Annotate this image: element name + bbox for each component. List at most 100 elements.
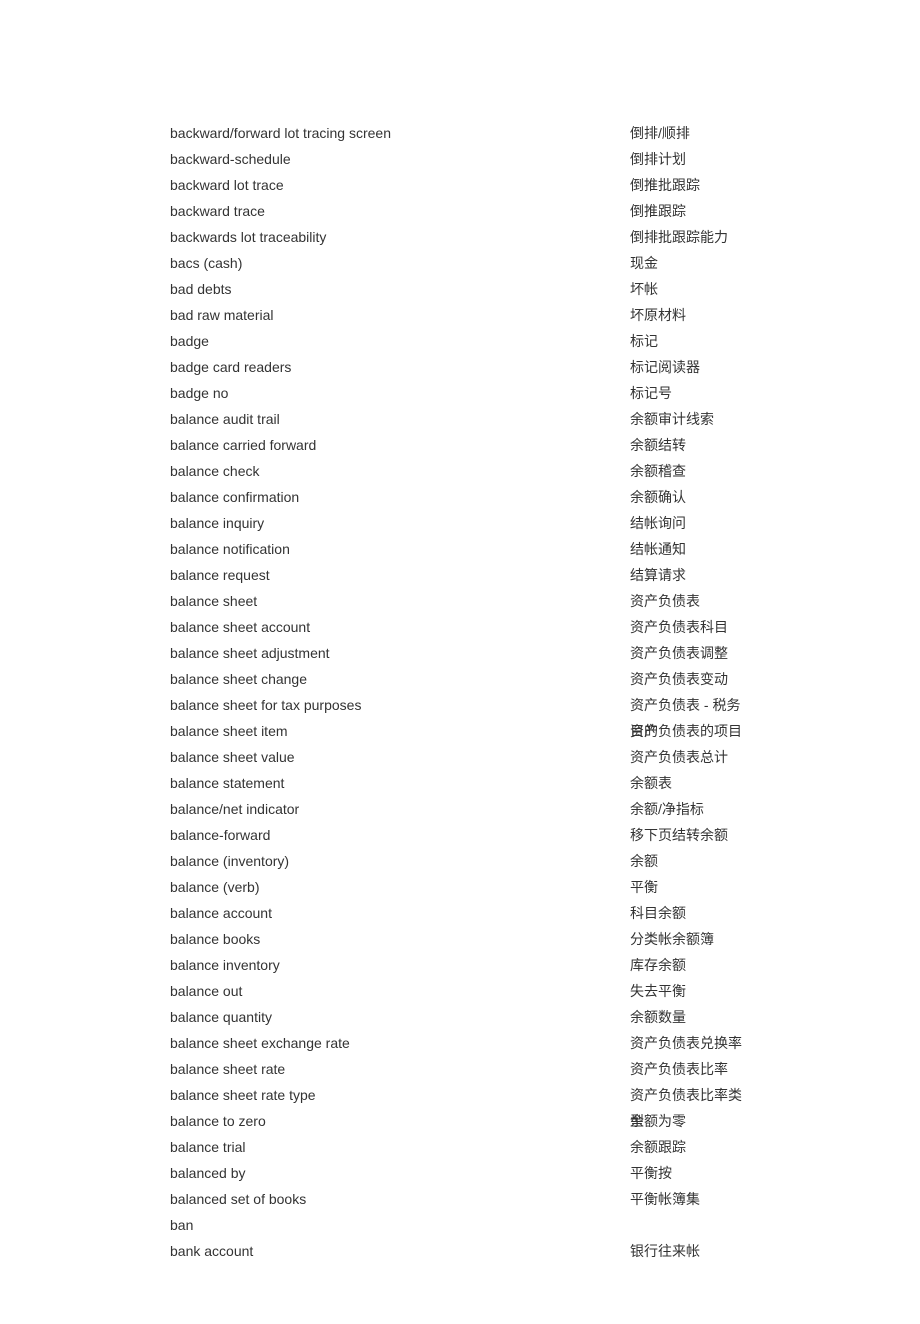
- glossary-row: balance (inventory)余额: [170, 848, 750, 874]
- term-chinese: 结算请求: [630, 562, 750, 588]
- glossary-row: bad raw material坏原材料: [170, 302, 750, 328]
- term-chinese: 倒排计划: [630, 146, 750, 172]
- term-english: balance (inventory): [170, 848, 630, 874]
- glossary-row: badge no标记号: [170, 380, 750, 406]
- term-chinese: 余额稽查: [630, 458, 750, 484]
- term-english: balance carried forward: [170, 432, 630, 458]
- glossary-row: bacs (cash)现金: [170, 250, 750, 276]
- term-chinese: 资产负债表比率类型: [630, 1082, 750, 1108]
- term-chinese: 倒推批跟踪: [630, 172, 750, 198]
- term-chinese: 标记号: [630, 380, 750, 406]
- term-chinese: 结帐询问: [630, 510, 750, 536]
- term-english: balance audit trail: [170, 406, 630, 432]
- term-chinese: 余额/净指标: [630, 796, 750, 822]
- glossary-row: backward/forward lot tracing screen倒排/顺排: [170, 120, 750, 146]
- term-english: balance out: [170, 978, 630, 1004]
- term-chinese: 余额数量: [630, 1004, 750, 1030]
- glossary-row: balance inventory库存余额: [170, 952, 750, 978]
- term-english: balance sheet item: [170, 718, 630, 744]
- term-english: balance sheet exchange rate: [170, 1030, 630, 1056]
- term-english: balance inquiry: [170, 510, 630, 536]
- glossary-row: balance quantity余额数量: [170, 1004, 750, 1030]
- glossary-row: balanced set of books平衡帐簿集: [170, 1186, 750, 1212]
- term-chinese: 资产负债表科目: [630, 614, 750, 640]
- term-chinese: 资产负债表兑换率: [630, 1030, 750, 1056]
- glossary-row: badge标记: [170, 328, 750, 354]
- glossary-row: balance statement余额表: [170, 770, 750, 796]
- glossary-row: balance account科目余额: [170, 900, 750, 926]
- term-english: backward/forward lot tracing screen: [170, 120, 630, 146]
- term-chinese: 资产负债表的项目: [630, 718, 750, 744]
- glossary-row: balance check余额稽查: [170, 458, 750, 484]
- term-english: balance sheet change: [170, 666, 630, 692]
- term-chinese: 资产负债表: [630, 588, 750, 614]
- term-english: balance books: [170, 926, 630, 952]
- term-chinese: 余额: [630, 848, 750, 874]
- term-english: balance request: [170, 562, 630, 588]
- term-english: balance sheet value: [170, 744, 630, 770]
- term-english: balance sheet account: [170, 614, 630, 640]
- glossary-row: balance sheet item资产负债表的项目: [170, 718, 750, 744]
- term-chinese: [630, 1212, 750, 1238]
- term-english: balance sheet adjustment: [170, 640, 630, 666]
- term-english: badge no: [170, 380, 630, 406]
- term-chinese: 余额跟踪: [630, 1134, 750, 1160]
- term-chinese: 资产负债表总计: [630, 744, 750, 770]
- term-chinese: 倒排批跟踪能力: [630, 224, 750, 250]
- term-english: balance/net indicator: [170, 796, 630, 822]
- glossary-row: balance sheet exchange rate资产负债表兑换率: [170, 1030, 750, 1056]
- glossary-row: balance sheet rate资产负债表比率: [170, 1056, 750, 1082]
- term-english: balance (verb): [170, 874, 630, 900]
- term-chinese: 倒排/顺排: [630, 120, 750, 146]
- glossary-row: backward lot trace倒推批跟踪: [170, 172, 750, 198]
- glossary-row: balance sheet rate type资产负债表比率类型: [170, 1082, 750, 1108]
- term-chinese: 余额审计线索: [630, 406, 750, 432]
- term-chinese: 资产负债表 - 税务目的: [630, 692, 750, 718]
- term-english: balance check: [170, 458, 630, 484]
- term-chinese: 坏帐: [630, 276, 750, 302]
- glossary-row: backwards lot traceability倒排批跟踪能力: [170, 224, 750, 250]
- glossary-row: balance/net indicator余额/净指标: [170, 796, 750, 822]
- term-english: balance quantity: [170, 1004, 630, 1030]
- term-chinese: 标记: [630, 328, 750, 354]
- term-english: balance statement: [170, 770, 630, 796]
- glossary-row: balance inquiry结帐询问: [170, 510, 750, 536]
- glossary-row: balance sheet adjustment资产负债表调整: [170, 640, 750, 666]
- term-english: balanced set of books: [170, 1186, 630, 1212]
- glossary-row: balance sheet account资产负债表科目: [170, 614, 750, 640]
- term-english: balance sheet rate type: [170, 1082, 630, 1108]
- term-chinese: 失去平衡: [630, 978, 750, 1004]
- glossary-row: balance (verb)平衡: [170, 874, 750, 900]
- term-chinese: 标记阅读器: [630, 354, 750, 380]
- glossary-row: balance carried forward余额结转: [170, 432, 750, 458]
- term-english: bad raw material: [170, 302, 630, 328]
- term-chinese: 科目余额: [630, 900, 750, 926]
- term-english: backward-schedule: [170, 146, 630, 172]
- glossary-row: balance sheet value资产负债表总计: [170, 744, 750, 770]
- term-chinese: 资产负债表调整: [630, 640, 750, 666]
- term-english: balance notification: [170, 536, 630, 562]
- term-chinese: 余额结转: [630, 432, 750, 458]
- term-english: balance inventory: [170, 952, 630, 978]
- glossary-row: balance request结算请求: [170, 562, 750, 588]
- glossary-row: balance sheet资产负债表: [170, 588, 750, 614]
- term-english: bank account: [170, 1238, 630, 1264]
- glossary-row: balance sheet for tax purposes资产负债表 - 税务…: [170, 692, 750, 718]
- glossary-row: badge card readers标记阅读器: [170, 354, 750, 380]
- term-english: backwards lot traceability: [170, 224, 630, 250]
- glossary-row: bank account银行往来帐: [170, 1238, 750, 1264]
- term-english: backward trace: [170, 198, 630, 224]
- term-chinese: 资产负债表变动: [630, 666, 750, 692]
- term-chinese: 余额表: [630, 770, 750, 796]
- term-chinese: 余额为零: [630, 1108, 750, 1134]
- term-chinese: 坏原材料: [630, 302, 750, 328]
- glossary-row: ban: [170, 1212, 750, 1238]
- term-english: balance confirmation: [170, 484, 630, 510]
- term-english: backward lot trace: [170, 172, 630, 198]
- glossary-row: balance trial余额跟踪: [170, 1134, 750, 1160]
- term-chinese: 移下页结转余额: [630, 822, 750, 848]
- term-chinese: 银行往来帐: [630, 1238, 750, 1264]
- term-chinese: 库存余额: [630, 952, 750, 978]
- glossary-row: balance notification结帐通知: [170, 536, 750, 562]
- term-chinese: 现金: [630, 250, 750, 276]
